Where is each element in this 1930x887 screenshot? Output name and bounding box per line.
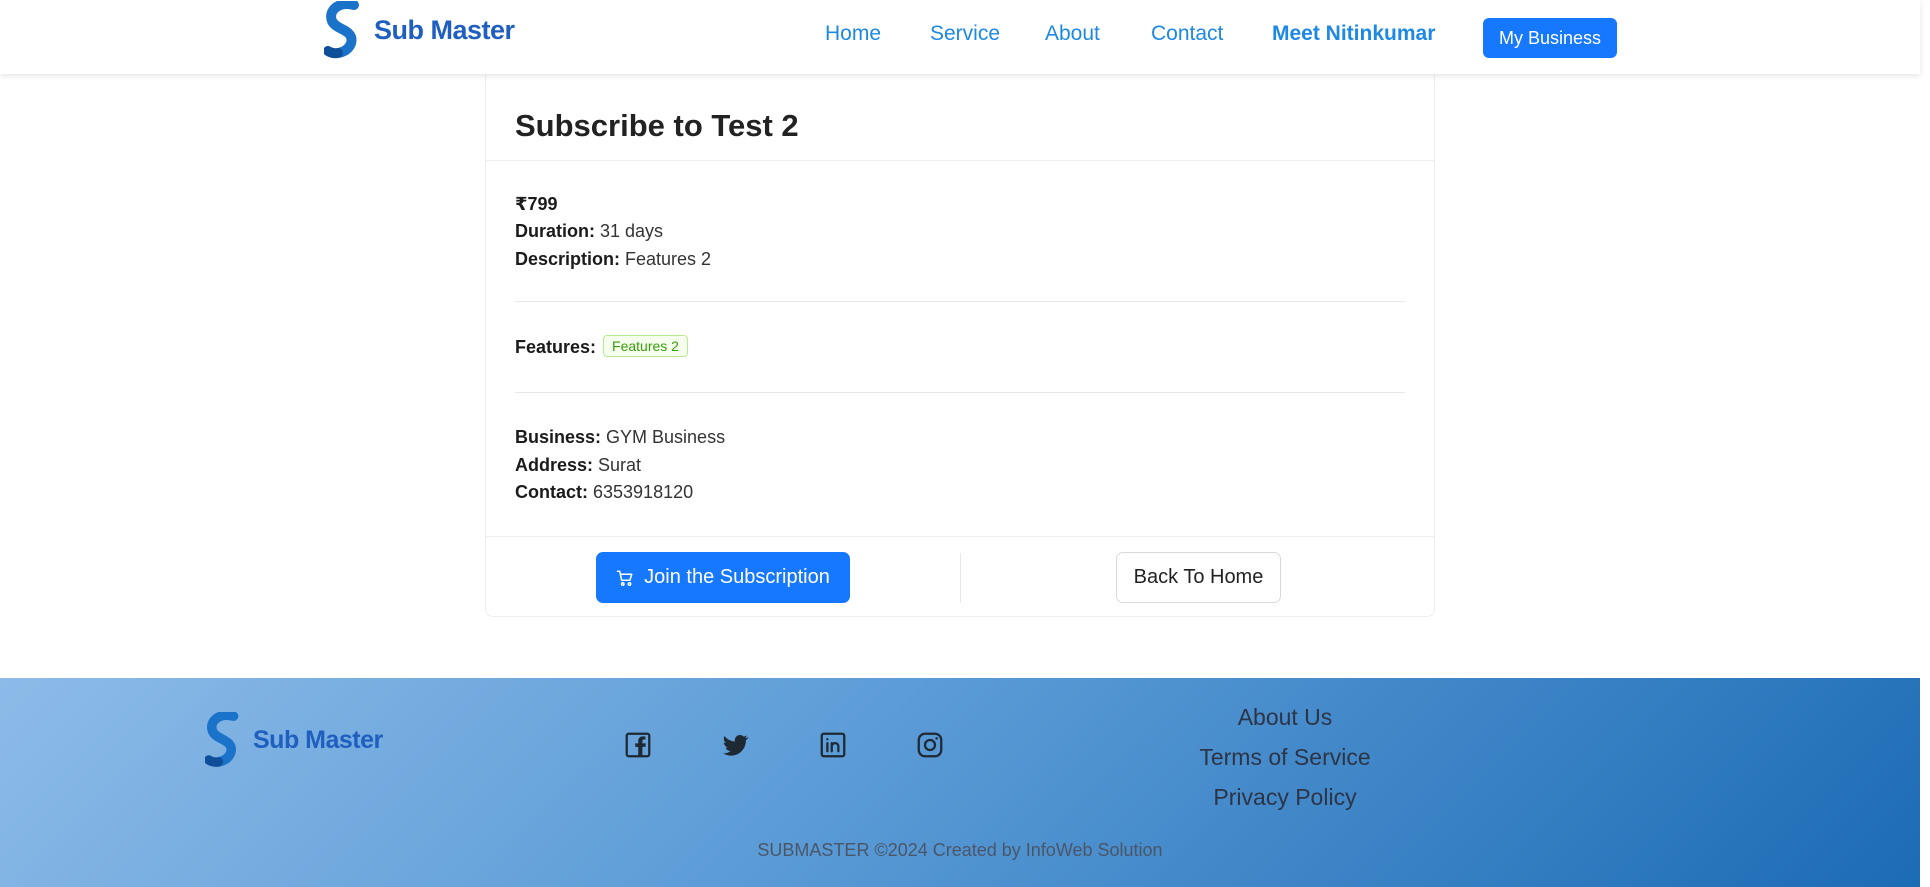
contact-value: 6353918120 (588, 482, 694, 502)
business-label: Business: (515, 427, 602, 447)
back-to-home-button[interactable]: Back To Home (1116, 552, 1281, 603)
instagram-icon[interactable] (915, 730, 945, 760)
feature-tag: Features 2 (603, 335, 688, 358)
brand-name: Sub Master (374, 14, 515, 45)
subscription-card: Subscribe to Test 2 ₹799 Duration: 31 da… (485, 74, 1435, 617)
nav-meet-nitinkumar[interactable]: Meet Nitinkumar (1272, 22, 1435, 46)
s-logo-icon (205, 712, 239, 767)
footer-brand-logo[interactable]: Sub Master (205, 712, 383, 768)
divider (515, 392, 1405, 393)
description-row: Description: Features 2 (515, 249, 711, 270)
description-label: Description: (515, 249, 621, 269)
top-navbar: Sub Master Home Service About Contact Me… (0, 0, 1920, 74)
footer-link-terms[interactable]: Terms of Service (1100, 744, 1470, 771)
features-row: Features: Features 2 (515, 335, 688, 359)
join-subscription-button[interactable]: Join the Subscription (596, 552, 850, 603)
nav-service[interactable]: Service (930, 22, 1000, 46)
price-value: ₹799 (515, 194, 558, 214)
s-logo-icon (324, 1, 359, 59)
address-label: Address: (515, 455, 594, 475)
site-footer: Sub Master About Us Terms of Service Pri… (0, 678, 1920, 887)
duration-value: 31 days (595, 221, 664, 241)
contact-row: Contact: 6353918120 (515, 482, 693, 503)
duration-label: Duration: (515, 221, 595, 241)
page-title: Subscribe to Test 2 (515, 108, 799, 143)
actions-divider (960, 553, 961, 603)
business-row: Business: GYM Business (515, 427, 725, 448)
nav-contact[interactable]: Contact (1151, 22, 1223, 46)
contact-label: Contact: (515, 482, 588, 502)
footer-link-privacy[interactable]: Privacy Policy (1100, 784, 1470, 811)
footer-brand-name: Sub Master (253, 725, 383, 754)
facebook-icon[interactable] (623, 730, 653, 760)
nav-home[interactable]: Home (825, 22, 881, 46)
description-value: Features 2 (620, 249, 712, 269)
copyright-text: SUBMASTER ©2024 Created by InfoWeb Solut… (757, 840, 1163, 860)
features-label: Features: (515, 337, 597, 357)
footer-link-about-us[interactable]: About Us (1100, 704, 1470, 731)
card-actions: Join the Subscription Back To Home (486, 536, 1434, 617)
duration-row: Duration: 31 days (515, 221, 663, 242)
shopping-cart-icon (616, 570, 633, 586)
join-subscription-label: Join the Subscription (644, 566, 830, 588)
nav-about[interactable]: About (1045, 22, 1100, 46)
address-row: Address: Surat (515, 455, 641, 476)
brand-logo[interactable]: Sub Master (324, 0, 515, 60)
linkedin-icon[interactable] (818, 730, 848, 760)
divider (515, 301, 1405, 302)
address-value: Surat (593, 455, 642, 475)
card-header: Subscribe to Test 2 (486, 74, 1434, 161)
twitter-icon[interactable] (720, 730, 750, 760)
footer-links: About Us Terms of Service Privacy Policy (1100, 704, 1470, 824)
my-business-button[interactable]: My Business (1483, 18, 1617, 58)
business-value: GYM Business (601, 427, 726, 447)
price-row: ₹799 (515, 194, 558, 215)
